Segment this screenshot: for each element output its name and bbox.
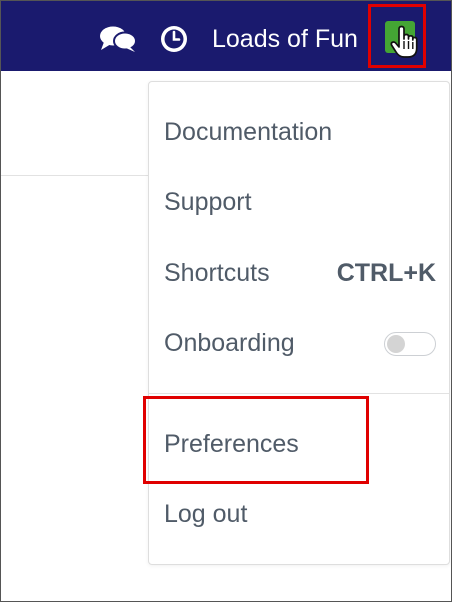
background-divider (1, 175, 151, 176)
hand-pointer-icon (390, 25, 418, 58)
menu-item-support[interactable]: Support (164, 182, 436, 222)
user-menu-button[interactable] (368, 4, 426, 68)
toggle-knob (387, 335, 405, 353)
menu-item-label: Shortcuts (164, 259, 270, 287)
menu-item-onboarding[interactable]: Onboarding (164, 323, 436, 363)
menu-divider (149, 393, 449, 394)
user-dropdown-menu: Documentation Support Shortcuts CTRL+K O… (148, 81, 450, 565)
onboarding-toggle[interactable] (384, 332, 436, 356)
screenshot-frame: Loads of Fun Documentation Support Short… (0, 0, 452, 602)
chat-bubbles-icon[interactable] (99, 25, 137, 53)
menu-item-label: Documentation (164, 118, 333, 146)
shortcut-key-label: CTRL+K (336, 259, 436, 287)
account-name[interactable]: Loads of Fun (212, 21, 358, 57)
menu-item-shortcuts[interactable]: Shortcuts CTRL+K (164, 253, 436, 293)
menu-item-label: Support (164, 188, 252, 216)
menu-item-label: Onboarding (164, 329, 295, 357)
menu-item-documentation[interactable]: Documentation (164, 112, 436, 152)
avatar[interactable] (385, 21, 418, 58)
menu-item-logout[interactable]: Log out (164, 494, 436, 534)
top-navigation-bar: Loads of Fun (1, 1, 451, 71)
clock-icon[interactable] (159, 24, 189, 54)
preferences-highlight-box (143, 396, 369, 484)
menu-item-label: Log out (164, 500, 248, 528)
